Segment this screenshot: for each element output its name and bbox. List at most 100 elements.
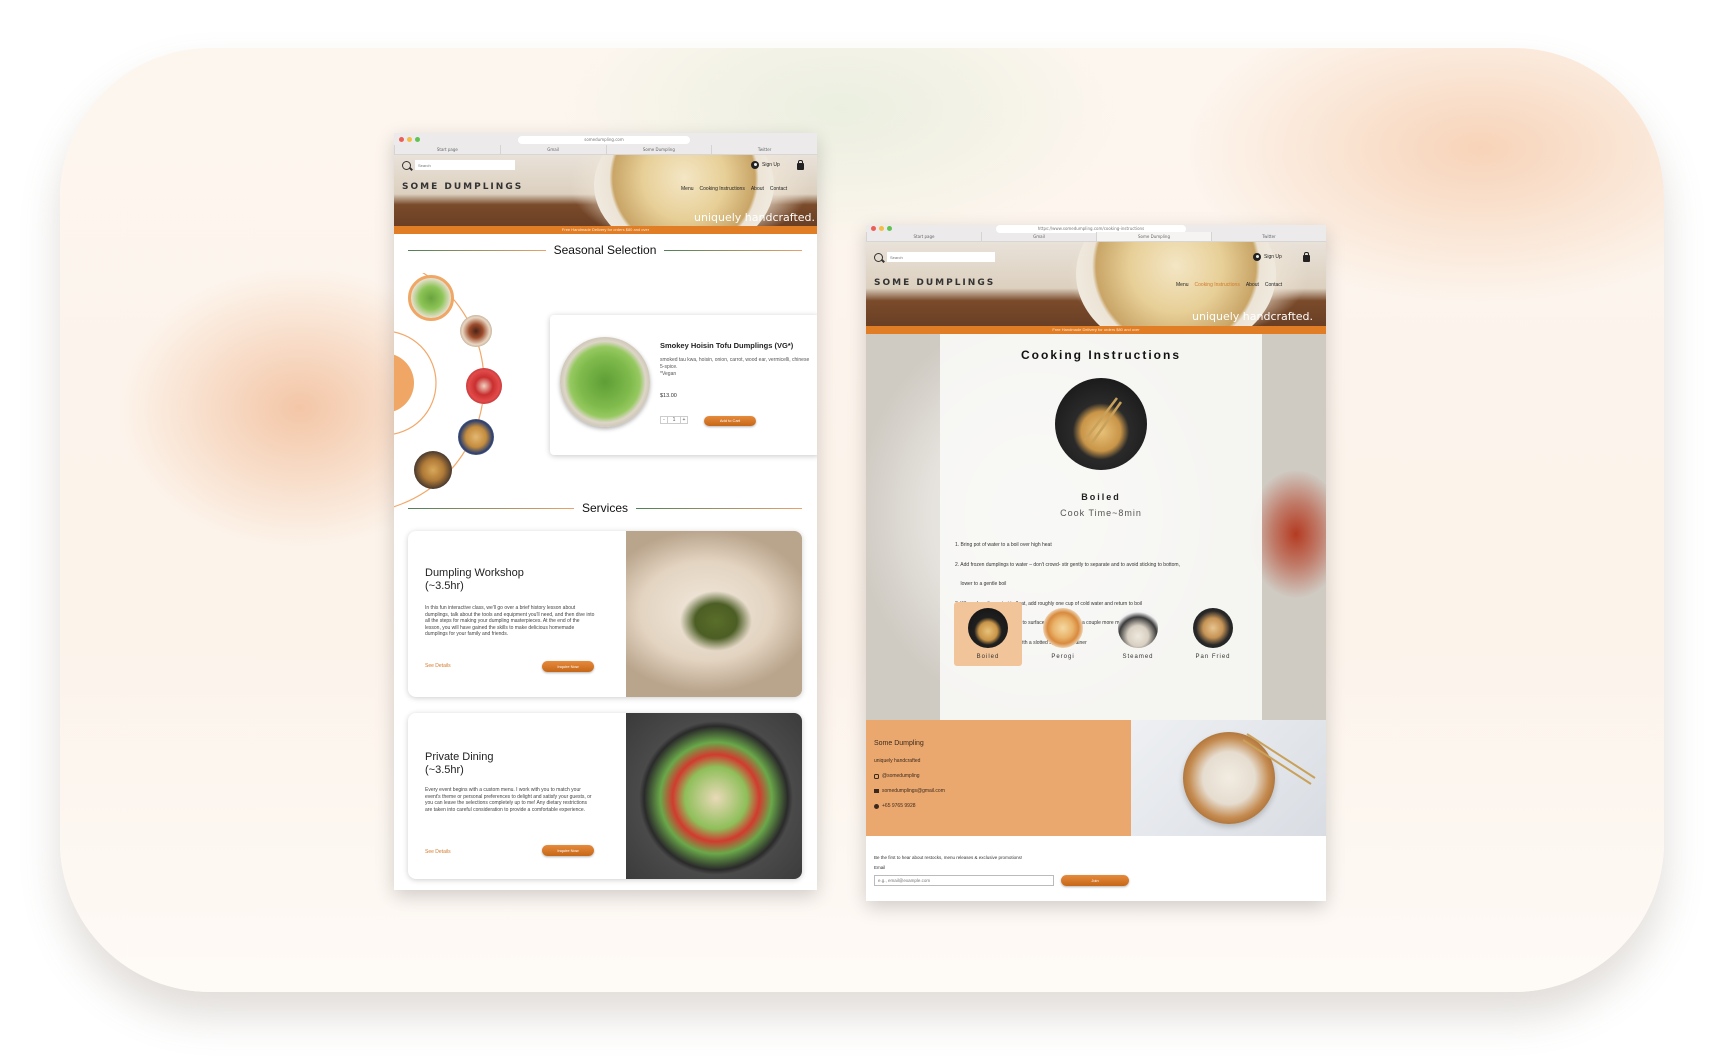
- inquire-now-button[interactable]: Inquire Now: [542, 845, 594, 856]
- workshop-image: [626, 531, 802, 697]
- minimize-dot-icon[interactable]: [407, 137, 412, 142]
- sign-up-link[interactable]: Sign Up: [751, 161, 780, 169]
- user-icon: [1253, 253, 1261, 261]
- method-perogi[interactable]: Perogi: [1029, 602, 1097, 666]
- divider-line: [636, 507, 803, 509]
- nav-contact[interactable]: Contact: [1265, 282, 1282, 288]
- dumpling-thumb-red[interactable]: [466, 368, 502, 404]
- browser-tab[interactable]: Gmail: [499, 145, 606, 154]
- hero-banner: Sign Up SOME DUMPLINGS Menu Cooking Inst…: [394, 155, 817, 226]
- nav-about[interactable]: About: [751, 186, 764, 192]
- phone-link[interactable]: +65 9765 9928: [874, 803, 916, 809]
- browser-tab[interactable]: Twitter: [1211, 232, 1326, 241]
- method-label: Perogi: [1051, 654, 1075, 660]
- close-dot-icon[interactable]: [871, 226, 876, 231]
- close-dot-icon[interactable]: [399, 137, 404, 142]
- browser-tab[interactable]: Some Dumpling: [605, 145, 712, 154]
- method-boiled[interactable]: Boiled: [954, 602, 1022, 666]
- see-details-link[interactable]: See Details: [425, 849, 451, 855]
- method-label: Pan Fried: [1195, 654, 1231, 660]
- search-bar: [874, 252, 995, 262]
- add-to-cart-button[interactable]: Add to Cart: [704, 416, 756, 426]
- pan-fried-thumb: [1193, 608, 1233, 648]
- phone-number: +65 9765 9928: [882, 803, 916, 809]
- join-button[interactable]: Join: [1061, 875, 1129, 886]
- qty-plus-button[interactable]: +: [680, 416, 688, 424]
- seasonal-section-heading: Seasonal Selection: [408, 243, 802, 257]
- instruction-step: 1. Bring pot of water to a boil over hig…: [955, 542, 1052, 548]
- search-bar: [402, 160, 515, 170]
- browser-tab[interactable]: Start page: [866, 232, 981, 241]
- url-bar[interactable]: somedumpling.com: [518, 136, 690, 144]
- nav-menu[interactable]: Menu: [681, 186, 694, 192]
- service-title: Dumpling Workshop (~3.5hr): [425, 567, 524, 592]
- instagram-link[interactable]: @somedumpling: [874, 773, 920, 779]
- nav-cooking-instructions[interactable]: Cooking Instructions: [1195, 282, 1240, 288]
- private-dining-image: [626, 713, 802, 879]
- boiled-thumb: [968, 608, 1008, 648]
- service-description: Every event begins with a custom menu. I…: [425, 787, 592, 813]
- maximize-dot-icon[interactable]: [887, 226, 892, 231]
- browser-tab[interactable]: Some Dumpling: [1096, 232, 1211, 241]
- window-controls[interactable]: [871, 226, 892, 231]
- search-input[interactable]: [887, 252, 995, 262]
- services-section-heading: Services: [408, 501, 803, 515]
- email-address: somedumplings@gmail.com: [882, 788, 945, 794]
- method-title: Boiled: [1081, 492, 1121, 502]
- method-steamed[interactable]: Steamed: [1104, 602, 1172, 666]
- search-icon[interactable]: [874, 252, 883, 262]
- sign-up-label: Sign Up: [1264, 254, 1282, 260]
- method-pan-fried[interactable]: Pan Fried: [1179, 602, 1247, 666]
- dumpling-thumb-blue[interactable]: [458, 419, 494, 455]
- instruction-step: 2. Add frozen dumplings to water – don't…: [955, 561, 1180, 568]
- dumpling-thumb-sauce[interactable]: [460, 315, 492, 347]
- browser-tab[interactable]: Start page: [394, 145, 500, 154]
- newsletter-email-input[interactable]: [874, 875, 1054, 886]
- promo-bar: Free Handmade Delivery for orders $80 an…: [394, 226, 817, 234]
- instruction-step: lower to a gentle boil: [955, 581, 1007, 587]
- service-card-workshop: Dumpling Workshop (~3.5hr) In this fun in…: [408, 531, 802, 697]
- search-icon[interactable]: [402, 160, 411, 170]
- qty-minus-button[interactable]: -: [660, 416, 668, 424]
- chopsticks-icon: [1084, 397, 1123, 445]
- method-label: Boiled: [976, 654, 1000, 660]
- maximize-dot-icon[interactable]: [415, 137, 420, 142]
- brand-logo[interactable]: SOME DUMPLINGS: [402, 182, 523, 192]
- product-price: $13.00: [660, 393, 677, 399]
- nav-about[interactable]: About: [1246, 282, 1259, 288]
- dumpling-thumb-green[interactable]: [408, 275, 454, 321]
- nav-cooking-instructions[interactable]: Cooking Instructions: [700, 186, 745, 192]
- email-link[interactable]: somedumplings@gmail.com: [874, 788, 945, 794]
- nav-menu[interactable]: Menu: [1176, 282, 1189, 288]
- inquire-now-button[interactable]: Inquire Now: [542, 661, 594, 672]
- main-nav: Menu Cooking Instructions About Contact: [1176, 282, 1282, 288]
- browser-tab[interactable]: Gmail: [981, 232, 1096, 241]
- qty-value[interactable]: 1: [668, 416, 680, 424]
- sign-up-label: Sign Up: [762, 162, 780, 168]
- see-details-link[interactable]: See Details: [425, 663, 451, 669]
- mail-icon: [874, 789, 879, 793]
- brand-logo[interactable]: SOME DUMPLINGS: [874, 278, 995, 288]
- background-card: [60, 48, 1664, 992]
- cooking-panel: Cooking Instructions Boiled Cook Time~8m…: [940, 334, 1262, 720]
- cooking-title: Cooking Instructions: [1021, 348, 1181, 362]
- tagline: uniquely handcrafted.: [1192, 310, 1313, 323]
- footer-info-panel: Some Dumpling uniquely handcrafted @some…: [866, 720, 1131, 836]
- dumpling-thumb-fried[interactable]: [414, 451, 452, 489]
- browser-chrome: https://www.somedumpling.com/cooking-ins…: [866, 225, 1326, 242]
- quantity-stepper[interactable]: - 1 +: [660, 416, 688, 424]
- sign-up-link[interactable]: Sign Up: [1253, 253, 1282, 261]
- chopsticks-icon: [1242, 733, 1316, 785]
- cook-time: Cook Time~8min: [1060, 508, 1142, 518]
- right-browser-window: https://www.somedumpling.com/cooking-ins…: [866, 225, 1326, 901]
- method-label: Steamed: [1122, 654, 1154, 660]
- browser-tab[interactable]: Twitter: [711, 145, 817, 154]
- product-note: *Vegan: [660, 371, 677, 377]
- window-controls[interactable]: [399, 137, 420, 142]
- search-input[interactable]: [415, 160, 515, 170]
- minimize-dot-icon[interactable]: [879, 226, 884, 231]
- service-description: In this fun interactive class, we'll go …: [425, 605, 595, 637]
- shopping-bag-icon[interactable]: [1303, 252, 1310, 262]
- shopping-bag-icon[interactable]: [797, 160, 804, 170]
- nav-contact[interactable]: Contact: [770, 186, 787, 192]
